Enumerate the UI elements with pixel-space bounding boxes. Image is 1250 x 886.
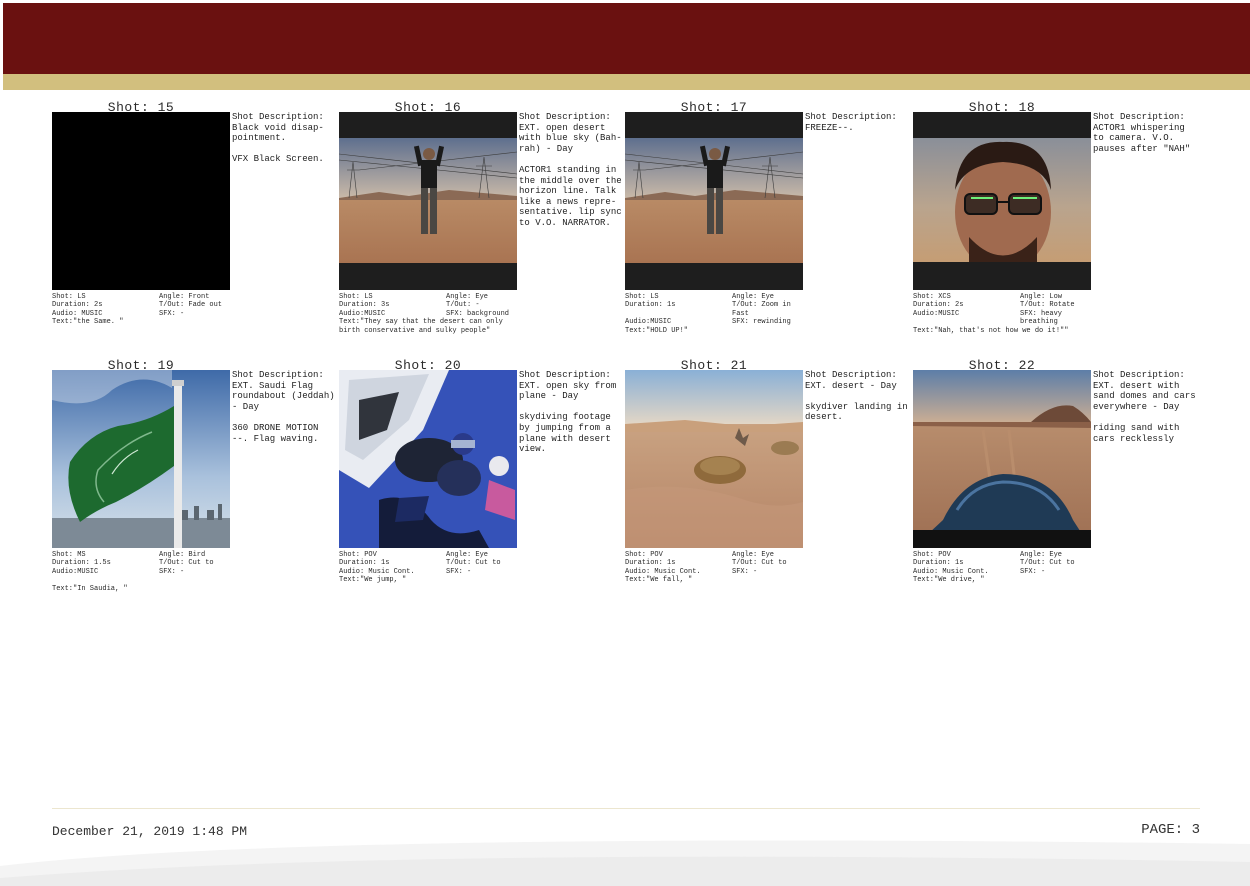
meta-duration: Duration: 1.5s <box>52 559 111 568</box>
meta-shot: Shot: POV <box>913 551 951 559</box>
meta-shot: Shot: XCS <box>913 293 951 301</box>
meta-sfx: SFX: heavy breathing <box>1020 309 1063 327</box>
shot-description: Shot Description: Black void disap- poin… <box>232 112 324 165</box>
meta-shot: Shot: POV <box>625 551 663 559</box>
meta-audio: Audio:MUSIC <box>913 309 960 318</box>
meta-audio: Audio: Music Cont. <box>913 567 989 576</box>
meta-sfx: SFX: - <box>446 567 472 576</box>
shot-thumbnail[interactable] <box>52 370 230 548</box>
meta-angle: Angle: Bird <box>159 551 206 559</box>
shot-card-20: Shot: 20 Shot Description: EXT. open sky… <box>339 358 619 620</box>
meta-audio: Audio:MUSIC <box>625 318 672 327</box>
meta-tout: T/Out: Zoom in Fast <box>732 301 791 318</box>
shot-thumbnail[interactable] <box>625 370 803 548</box>
meta-text: Text:"We jump, " <box>339 576 407 585</box>
meta-angle: Angle: Eye <box>446 293 489 301</box>
meta-shot: Shot: MS <box>52 551 86 559</box>
shot-card-17: Shot: 17 Shot Description: FREEZE--. Sho… <box>625 100 905 362</box>
meta-audio: Audio: MUSIC <box>52 309 103 318</box>
shot-meta: Shot: LS Angle: Eye Duration: 3s T/Out: … <box>339 293 539 335</box>
meta-text: Text:"the Same. " <box>52 318 124 327</box>
shot-meta: Shot: XCS Angle: Low Duration: 2s T/Out:… <box>913 293 1113 335</box>
shot-card-19: Shot: 19 Shot Description: EXT. Saudi Fl… <box>52 358 335 620</box>
footer-divider <box>52 808 1200 809</box>
meta-duration: Duration: 2s <box>52 301 103 310</box>
shot-meta: Shot: POV Angle: Eye Duration: 1s T/Out:… <box>339 551 539 585</box>
meta-duration: Duration: 1s <box>625 559 676 568</box>
shot-thumbnail[interactable] <box>913 112 1091 290</box>
meta-text: Text:"We drive, " <box>913 576 985 585</box>
shot-card-21: Shot: 21 Shot Description: EXT. desert -… <box>625 358 908 620</box>
shot-description: Shot Description: EXT. open sky from pla… <box>519 370 617 455</box>
meta-audio: Audio: Music Cont. <box>625 567 701 576</box>
meta-text: Text:"We fall, " <box>625 576 693 585</box>
meta-angle: Angle: Eye <box>446 551 489 559</box>
meta-duration: Duration: 1s <box>913 559 964 568</box>
meta-sfx: SFX: - <box>159 567 185 576</box>
meta-sfx: SFX: background <box>446 309 510 318</box>
shot-meta: Shot: POV Angle: Eye Duration: 1s T/Out:… <box>625 551 825 585</box>
shot-meta: Shot: LS Angle: Front Duration: 2s T/Out… <box>52 293 252 327</box>
meta-audio: Audio:MUSIC <box>339 309 386 318</box>
shot-meta: Shot: MS Angle: Bird Duration: 1.5s T/Ou… <box>52 551 252 593</box>
meta-text: Text:"HOLD UP!" <box>625 326 689 335</box>
meta-duration: Duration: 3s <box>339 301 390 310</box>
meta-shot: Shot: LS <box>625 293 659 301</box>
shot-description: Shot Description: EXT. Saudi Flag rounda… <box>232 370 335 444</box>
meta-text: Text:"Nah, that's not how we do it!"" <box>913 326 1069 335</box>
meta-duration: Duration: 2s <box>913 301 964 310</box>
header-band <box>3 3 1250 74</box>
meta-tout: T/Out: - <box>446 301 480 310</box>
meta-tout: T/Out: Cut to <box>159 559 214 568</box>
meta-text: Text:"In Saudia, " <box>52 584 128 593</box>
meta-tout: T/Out: Rotate <box>1020 301 1075 310</box>
shot-card-22: Shot: 22 Shot Description: EXT. desert w… <box>913 358 1196 620</box>
shot-card-15: Shot: 15 Shot Description: Black void di… <box>52 100 332 362</box>
meta-text: Text:"They say that the desert can only … <box>339 318 503 335</box>
shot-description: Shot Description: EXT. open desert with … <box>519 112 622 228</box>
meta-shot: Shot: LS <box>339 293 373 301</box>
meta-sfx: SFX: rewinding <box>732 318 791 327</box>
meta-tout: T/Out: Cut to <box>1020 559 1075 568</box>
shot-description: Shot Description: ACTOR1 whispering to c… <box>1093 112 1191 154</box>
shot-meta: Shot: POV Angle: Eye Duration: 1s T/Out:… <box>913 551 1113 585</box>
meta-duration: Duration: 1s <box>625 301 676 310</box>
meta-tout: T/Out: Fade out <box>159 301 223 310</box>
meta-sfx: SFX: - <box>159 309 185 318</box>
meta-tout: T/Out: Cut to <box>446 559 501 568</box>
meta-angle: Angle: Front <box>159 293 210 301</box>
shot-thumbnail[interactable] <box>339 112 517 290</box>
shot-card-18: Shot: 18 Shot Description: ACTOR1 whispe… <box>913 100 1193 362</box>
shot-thumbnail[interactable] <box>913 370 1091 548</box>
meta-audio: Audio:MUSIC <box>52 567 99 576</box>
shot-thumbnail[interactable] <box>339 370 517 548</box>
meta-angle: Angle: Eye <box>1020 551 1063 559</box>
meta-angle: Angle: Eye <box>732 293 775 301</box>
meta-shot: Shot: LS <box>52 293 86 301</box>
shot-thumbnail[interactable] <box>625 112 803 290</box>
shot-card-16: Shot: 16 Shot Description: EXT. open des… <box>339 100 622 362</box>
meta-sfx: SFX: - <box>732 567 758 576</box>
shot-description: Shot Description: EXT. desert - Day skyd… <box>805 370 908 423</box>
shot-meta: Shot: LS Angle: Eye Duration: 1s T/Out: … <box>625 293 825 335</box>
meta-tout: T/Out: Cut to <box>732 559 787 568</box>
meta-sfx: SFX: - <box>1020 567 1046 576</box>
meta-shot: Shot: POV <box>339 551 377 559</box>
meta-duration: Duration: 1s <box>339 559 390 568</box>
header-accent-band <box>3 74 1250 90</box>
meta-angle: Angle: Low <box>1020 293 1063 301</box>
shot-description: Shot Description: FREEZE--. <box>805 112 897 133</box>
shot-description: Shot Description: EXT. desert with sand … <box>1093 370 1196 444</box>
meta-angle: Angle: Eye <box>732 551 775 559</box>
meta-audio: Audio: Music Cont. <box>339 567 415 576</box>
shot-thumbnail[interactable] <box>52 112 230 290</box>
footer-swoosh <box>0 840 1250 886</box>
